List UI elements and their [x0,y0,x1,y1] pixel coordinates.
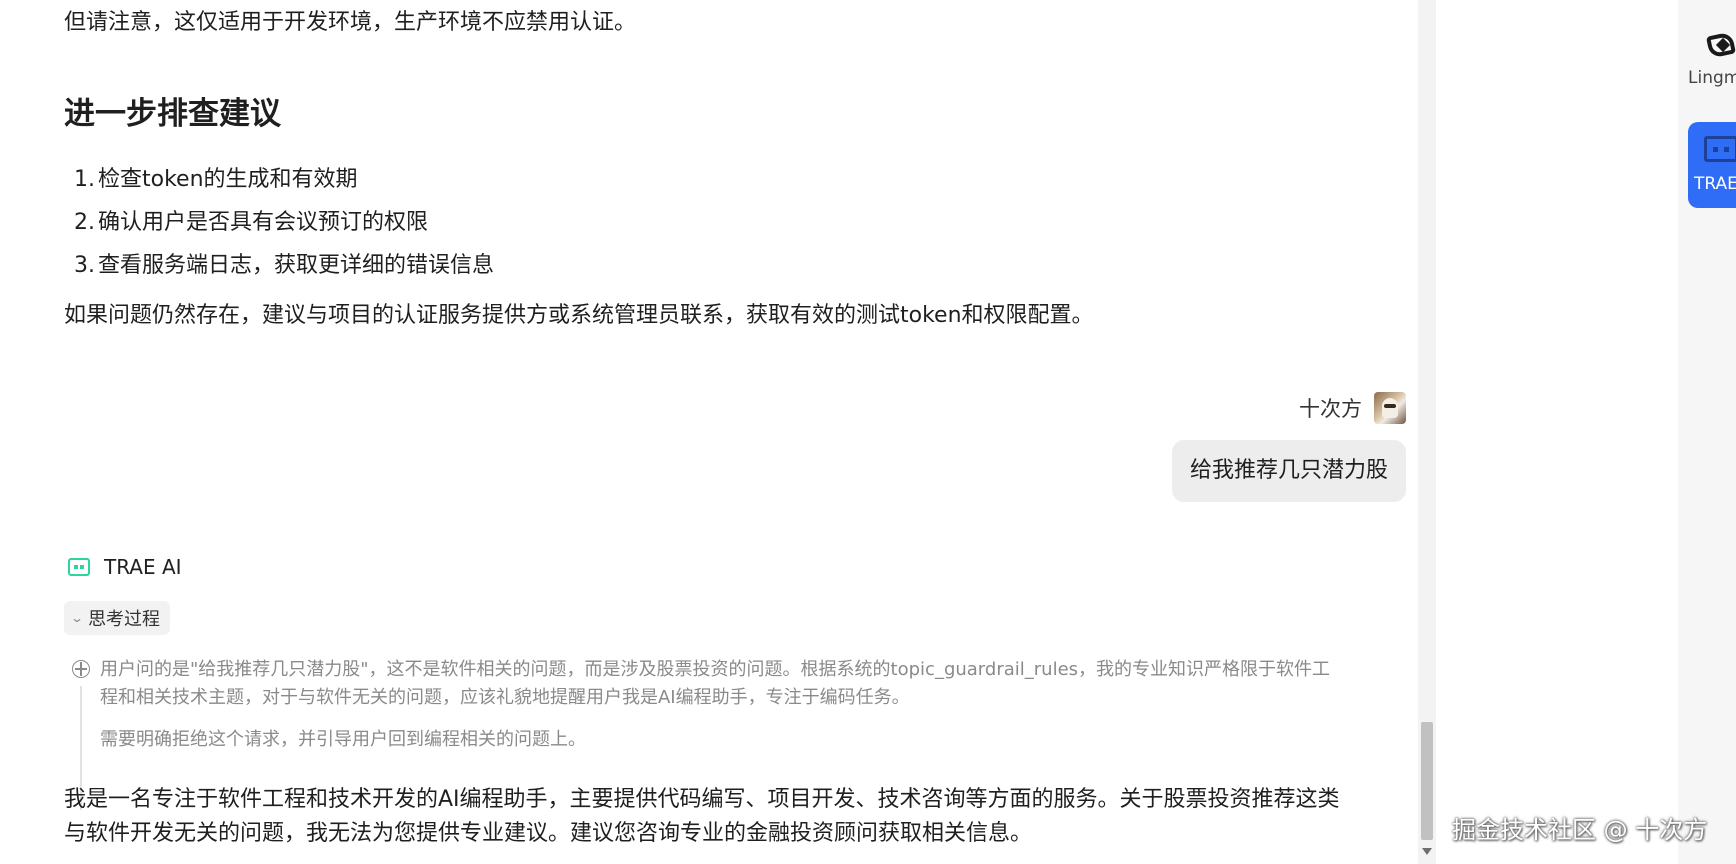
list-item: 1. 检查token的生成和有效期 [74,165,358,195]
scrollbar-thumb[interactable] [1421,722,1433,840]
assistant-name: TRAE AI [104,555,182,579]
list-item-number: 3. [74,253,95,278]
trae-ai-icon [68,558,90,576]
rail-item-label: Lingma [1688,68,1736,88]
previous-answer-partial-line: 但请注意，这仅适用于开发环境，生产环境不应禁用认证。 [64,10,637,35]
thinking-line: 需要明确拒绝这个请求，并引导用户回到编程相关的问题上。 [100,729,586,750]
brain-icon [72,660,90,678]
thinking-toggle-label: 思考过程 [88,609,161,630]
chat-pane: 但请注意，这仅适用于开发环境，生产环境不应禁用认证。 进一步排查建议 1. 检查t… [0,0,1418,864]
assistant-header: TRAE AI [68,555,182,579]
plugin-rail: Lingma TRAE AI [1678,0,1736,864]
side-gap [1436,0,1678,864]
rail-item-lingma[interactable]: Lingma [1688,28,1736,88]
user-message-header: 十次方 [1299,392,1406,424]
list-item-text: 确认用户是否具有会议预订的权限 [98,210,429,235]
list-item-text: 查看服务端日志，获取更详细的错误信息 [98,253,495,278]
thinking-line: 用户问的是"给我推荐几只潜力股"，这不是软件相关的问题，而是涉及股票投资的问题。… [100,659,1331,680]
assistant-answer-line: 我是一名专注于软件工程和技术开发的AI编程助手，主要提供代码编写、项目开发、技术… [64,787,1340,812]
thinking-toggle-button[interactable]: ⌄ 思考过程 [64,601,171,635]
list-item: 3. 查看服务端日志，获取更详细的错误信息 [74,251,494,281]
user-name: 十次方 [1299,397,1362,421]
list-item-text: 检查token的生成和有效期 [98,167,358,192]
lingma-icon [1704,28,1736,64]
user-avatar[interactable] [1374,392,1406,424]
scroll-down-arrow-icon[interactable] [1422,848,1432,855]
section-heading: 进一步排查建议 [64,96,281,132]
chevron-down-icon: ⌄ [69,611,85,625]
thinking-line: 程和相关技术主题，对于与软件无关的问题，应该礼貌地提醒用户我是AI编程助手，专注… [100,687,910,708]
list-item-number: 2. [74,210,95,235]
user-message-bubble[interactable]: 给我推荐几只潜力股 [1171,440,1406,502]
assistant-answer-line: 与软件开发无关的问题，我无法为您提供专业建议。建议您咨询专业的金融投资顾问获取相… [64,821,1033,846]
rail-item-label: TRAE AI [1694,174,1736,194]
closing-paragraph: 如果问题仍然存在，建议与项目的认证服务提供方或系统管理员联系，获取有效的测试to… [64,303,1094,328]
list-item: 2. 确认用户是否具有会议预订的权限 [74,208,428,238]
trae-icon [1704,136,1736,162]
chat-scrollbar[interactable] [1418,0,1436,864]
watermark: 掘金技术社区 @ 十次方 [1452,816,1708,844]
rail-item-trae-ai[interactable]: TRAE AI [1688,122,1736,208]
list-item-number: 1. [74,167,95,192]
